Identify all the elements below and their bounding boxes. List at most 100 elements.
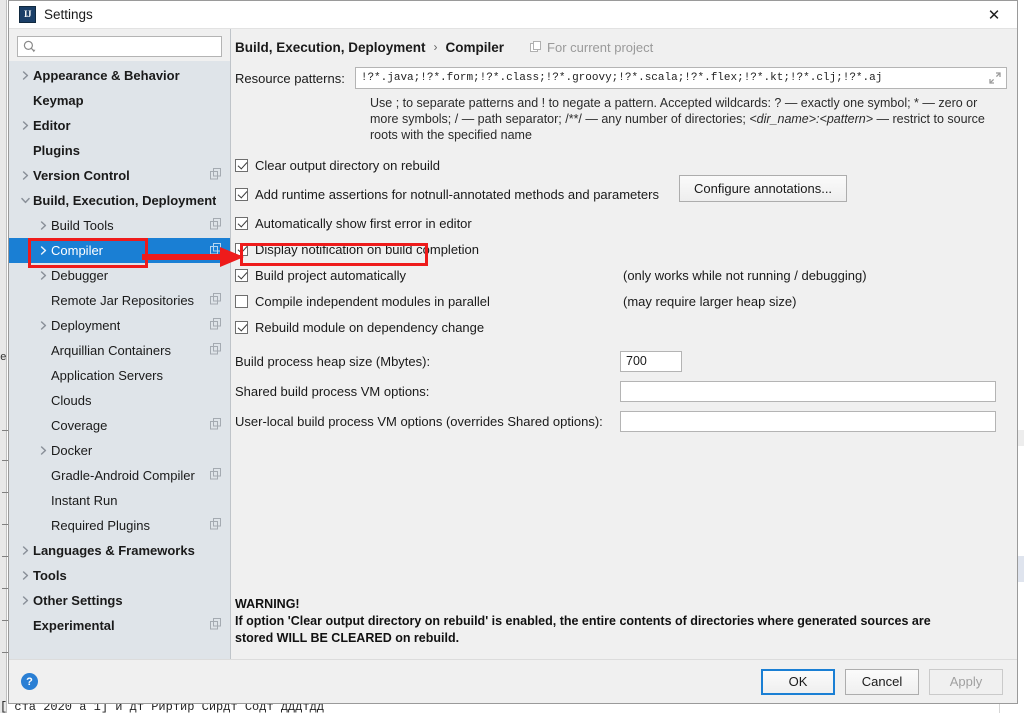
resource-patterns-hint: Use ; to separate patterns and ! to nega…: [370, 95, 1007, 143]
sidebar-item-other-settings[interactable]: Other Settings: [9, 588, 230, 613]
sidebar-item-clouds[interactable]: Clouds: [9, 388, 230, 413]
close-icon[interactable]: ✕: [971, 1, 1017, 29]
scope-icon: [210, 343, 222, 358]
sidebar-item-debugger[interactable]: Debugger: [9, 263, 230, 288]
sidebar-item-editor[interactable]: Editor: [9, 113, 230, 138]
sidebar-item-deployment[interactable]: Deployment: [9, 313, 230, 338]
expand-icon[interactable]: [988, 71, 1002, 90]
checkbox-row[interactable]: Rebuild module on dependency change: [235, 314, 1007, 340]
sidebar-item-label: Keymap: [33, 93, 84, 108]
chevron-right-icon[interactable]: [17, 71, 33, 80]
footer-buttons: OK Cancel Apply: [761, 668, 1003, 695]
checkbox-clear-output-directory-on-rebuild[interactable]: [235, 158, 248, 172]
checkbox-row[interactable]: Clear output directory on rebuild: [235, 152, 1007, 178]
search-box[interactable]: [17, 36, 222, 57]
chevron-right-icon[interactable]: [17, 546, 33, 555]
chevron-right-icon[interactable]: [17, 121, 33, 130]
sidebar-item-keymap[interactable]: Keymap: [9, 88, 230, 113]
sidebar-item-application-servers[interactable]: Application Servers: [9, 363, 230, 388]
checkbox-compile-independent-modules-in-parallel[interactable]: [235, 294, 248, 308]
warning-line-1: If option 'Clear output directory on reb…: [235, 614, 931, 628]
cancel-button[interactable]: Cancel: [845, 668, 919, 695]
checkbox-row[interactable]: Compile independent modules in parallel (…: [235, 288, 1007, 314]
sidebar-item-label: Clouds: [51, 393, 92, 408]
apply-button: Apply: [929, 668, 1003, 695]
checkbox-automatically-show-first-error-in-editor[interactable]: [235, 216, 248, 230]
settings-content: Build, Execution, Deployment › Compiler …: [231, 29, 1017, 659]
sidebar-item-tools[interactable]: Tools: [9, 563, 230, 588]
checkbox-note: (may require larger heap size): [623, 293, 797, 309]
sidebar-item-remote-jar-repositories[interactable]: Remote Jar Repositories: [9, 288, 230, 313]
scope-icon: [210, 343, 221, 355]
sidebar-item-required-plugins[interactable]: Required Plugins: [9, 513, 230, 538]
checkbox-rebuild-module-on-dependency-change[interactable]: [235, 320, 248, 334]
hint-line-2-italic: <dir_name>:<pattern>: [749, 112, 874, 126]
checkbox-build-project-automatically[interactable]: [235, 268, 248, 282]
sidebar-item-build-tools[interactable]: Build Tools: [9, 213, 230, 238]
field-input[interactable]: 700: [620, 350, 682, 372]
settings-tree: Appearance & Behavior Keymap Editor Plugins…: [9, 61, 230, 659]
scope-icon: [210, 518, 221, 530]
sidebar-item-compiler[interactable]: Compiler: [9, 238, 230, 263]
sidebar-item-label: Arquillian Containers: [51, 343, 171, 358]
sidebar-item-gradle-android-compiler[interactable]: Gradle-Android Compiler: [9, 463, 230, 488]
chevron-right-icon[interactable]: [35, 246, 51, 255]
sidebar-item-docker[interactable]: Docker: [9, 438, 230, 463]
sidebar-item-coverage[interactable]: Coverage: [9, 413, 230, 438]
checkbox-row[interactable]: Build project automatically (only works w…: [235, 262, 1007, 288]
checkbox-row[interactable]: Display notification on build completion: [235, 236, 1007, 262]
sidebar-item-arquillian-containers[interactable]: Arquillian Containers: [9, 338, 230, 363]
sidebar-item-label: Version Control: [33, 168, 130, 183]
scope-icon: [210, 318, 222, 333]
scope-icon: [210, 293, 221, 305]
ok-button[interactable]: OK: [761, 668, 835, 695]
sidebar-item-languages-frameworks[interactable]: Languages & Frameworks: [9, 538, 230, 563]
chevron-right-icon[interactable]: [35, 271, 51, 280]
checkbox-display-notification-on-build-completion[interactable]: [235, 242, 248, 256]
search-input[interactable]: [36, 38, 216, 55]
checkbox-label: Automatically show first error in editor: [255, 215, 472, 231]
sidebar-item-label: Coverage: [51, 418, 108, 433]
checkbox-row[interactable]: Automatically show first error in editor: [235, 210, 1007, 236]
sidebar-item-label: Application Servers: [51, 368, 163, 383]
checkbox-note: (only works while not running / debuggin…: [623, 267, 867, 283]
configure-annotations-button[interactable]: Configure annotations...: [679, 175, 848, 202]
search-area: [9, 29, 230, 61]
sidebar-item-label: Instant Run: [51, 493, 118, 508]
field-input[interactable]: [620, 380, 996, 402]
scope-icon: [210, 318, 221, 330]
sidebar-item-version-control[interactable]: Version Control: [9, 163, 230, 188]
sidebar-item-plugins[interactable]: Plugins: [9, 138, 230, 163]
warning-line-2: stored WILL BE CLEARED on rebuild.: [235, 631, 460, 645]
sidebar-item-label: Gradle-Android Compiler: [51, 468, 195, 483]
sidebar-item-instant-run[interactable]: Instant Run: [9, 488, 230, 513]
checkbox-label: Clear output directory on rebuild: [255, 157, 440, 173]
search-icon: [23, 40, 36, 53]
chevron-right-icon[interactable]: [35, 446, 51, 455]
project-scope-label: For current project: [547, 39, 654, 55]
settings-dialog: IJ Settings ✕ Appearance & Behavior Keyma…: [8, 0, 1018, 704]
resource-patterns-row: Resource patterns: !?*.java;!?*.form;!?*…: [235, 67, 1007, 89]
chevron-right-icon[interactable]: [17, 571, 33, 580]
sidebar-item-label: Other Settings: [33, 593, 123, 608]
title-bar: IJ Settings ✕: [9, 1, 1017, 29]
checkbox-label: Add runtime assertions for notnull-annot…: [255, 186, 659, 202]
checkbox-row[interactable]: Add runtime assertions for notnull-annot…: [235, 175, 1007, 210]
chevron-right-icon[interactable]: [35, 221, 51, 230]
chevron-right-icon[interactable]: [35, 321, 51, 330]
resource-patterns-label: Resource patterns:: [235, 70, 345, 86]
compiler-fields-list: Build process heap size (Mbytes): 700 Shar…: [235, 346, 1007, 436]
sidebar-item-build-execution-deployment[interactable]: Build, Execution, Deployment: [9, 188, 230, 213]
sidebar-item-appearance-behavior[interactable]: Appearance & Behavior: [9, 63, 230, 88]
chevron-right-icon[interactable]: [17, 171, 33, 180]
checkbox-add-runtime-assertions-for-notnull-annotated-methods-and-parameters[interactable]: [235, 187, 248, 201]
help-icon[interactable]: ?: [21, 673, 38, 690]
scope-icon: [210, 293, 222, 308]
intellij-logo-icon: IJ: [19, 6, 36, 23]
chevron-down-icon[interactable]: [17, 196, 33, 205]
breadcrumb-root[interactable]: Build, Execution, Deployment: [235, 40, 426, 55]
field-input[interactable]: [620, 410, 996, 432]
resource-patterns-input[interactable]: !?*.java;!?*.form;!?*.class;!?*.groovy;!…: [354, 67, 1007, 90]
chevron-right-icon[interactable]: [17, 596, 33, 605]
sidebar-item-experimental[interactable]: Experimental: [9, 613, 230, 638]
